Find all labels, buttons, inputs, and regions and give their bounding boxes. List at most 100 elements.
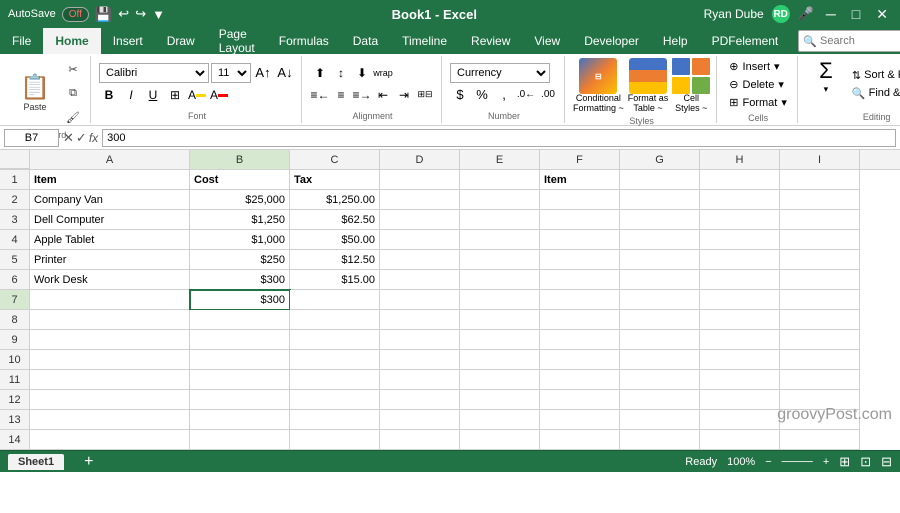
col-header-a[interactable]: A xyxy=(30,150,190,169)
fill-color-button[interactable]: A xyxy=(187,85,207,105)
autosave-toggle[interactable]: Off xyxy=(62,7,89,22)
cell-a8[interactable] xyxy=(30,310,190,330)
align-bottom-button[interactable]: ⬇ xyxy=(352,63,372,83)
cell-f5[interactable] xyxy=(540,250,620,270)
cell-a12[interactable] xyxy=(30,390,190,410)
cell-h13[interactable] xyxy=(700,410,780,430)
cell-i13[interactable] xyxy=(780,410,860,430)
tab-draw[interactable]: Draw xyxy=(155,28,207,54)
cell-e9[interactable] xyxy=(460,330,540,350)
zoom-slider[interactable]: ──── xyxy=(782,456,813,468)
format-painter-button[interactable]: 🖌 xyxy=(62,106,84,128)
cell-i7[interactable] xyxy=(780,290,860,310)
row-header-10[interactable]: 10 xyxy=(0,350,30,370)
increase-font-button[interactable]: A↑ xyxy=(253,63,273,83)
cell-c14[interactable] xyxy=(290,430,380,450)
cell-i5[interactable] xyxy=(780,250,860,270)
row-header-5[interactable]: 5 xyxy=(0,250,30,270)
restore-icon[interactable]: □ xyxy=(848,6,864,22)
col-header-h[interactable]: H xyxy=(700,150,780,169)
col-header-e[interactable]: E xyxy=(460,150,540,169)
cell-c7[interactable] xyxy=(290,290,380,310)
cell-g3[interactable] xyxy=(620,210,700,230)
cell-g10[interactable] xyxy=(620,350,700,370)
bold-button[interactable]: B xyxy=(99,85,119,105)
copy-button[interactable]: ⧉ xyxy=(62,82,84,104)
cell-f4[interactable] xyxy=(540,230,620,250)
row-header-7[interactable]: 7 xyxy=(0,290,30,310)
cell-h1[interactable] xyxy=(700,170,780,190)
autosum-button[interactable]: Σ ▾ xyxy=(806,58,846,110)
cell-b9[interactable] xyxy=(190,330,290,350)
cell-c9[interactable] xyxy=(290,330,380,350)
row-header-14[interactable]: 14 xyxy=(0,430,30,450)
cell-e2[interactable] xyxy=(460,190,540,210)
cell-a11[interactable] xyxy=(30,370,190,390)
tab-file[interactable]: File xyxy=(0,28,43,54)
ribbon-search-box[interactable]: 🔍 xyxy=(798,30,900,52)
row-header-4[interactable]: 4 xyxy=(0,230,30,250)
tab-insert[interactable]: Insert xyxy=(101,28,155,54)
format-as-table-button[interactable]: Format asTable ~ xyxy=(628,58,669,114)
cell-f10[interactable] xyxy=(540,350,620,370)
cell-b2[interactable]: $25,000 xyxy=(190,190,290,210)
cell-a4[interactable]: Apple Tablet xyxy=(30,230,190,250)
cell-a5[interactable]: Printer xyxy=(30,250,190,270)
insert-button[interactable]: ⊕ Insert ▾ xyxy=(725,58,791,75)
cell-g6[interactable] xyxy=(620,270,700,290)
tab-timeline[interactable]: Timeline xyxy=(390,28,459,54)
cell-i2[interactable] xyxy=(780,190,860,210)
sort-filter-button[interactable]: ⇅ Sort & Filter ~ xyxy=(848,67,900,84)
wrap-text-button[interactable]: wrap xyxy=(373,63,393,83)
cell-d4[interactable] xyxy=(380,230,460,250)
cell-c5[interactable]: $12.50 xyxy=(290,250,380,270)
tab-page-layout[interactable]: Page Layout xyxy=(207,28,267,54)
cell-styles-button[interactable]: CellStyles ~ xyxy=(672,58,710,114)
cancel-formula-icon[interactable]: ✕ xyxy=(63,130,74,146)
row-header-1[interactable]: 1 xyxy=(0,170,30,190)
percent-button[interactable]: % xyxy=(472,85,492,105)
cell-e1[interactable] xyxy=(460,170,540,190)
cell-g1[interactable] xyxy=(620,170,700,190)
cell-g13[interactable] xyxy=(620,410,700,430)
cell-f6[interactable] xyxy=(540,270,620,290)
row-header-8[interactable]: 8 xyxy=(0,310,30,330)
cell-e13[interactable] xyxy=(460,410,540,430)
cell-f8[interactable] xyxy=(540,310,620,330)
row-header-3[interactable]: 3 xyxy=(0,210,30,230)
cell-e10[interactable] xyxy=(460,350,540,370)
row-header-2[interactable]: 2 xyxy=(0,190,30,210)
col-header-g[interactable]: G xyxy=(620,150,700,169)
cell-d8[interactable] xyxy=(380,310,460,330)
tab-pdfelement[interactable]: PDFelement xyxy=(700,28,791,54)
increase-decimal-button[interactable]: .00 xyxy=(538,85,558,105)
cell-b1[interactable]: Cost xyxy=(190,170,290,190)
cell-e7[interactable] xyxy=(460,290,540,310)
cell-h2[interactable] xyxy=(700,190,780,210)
cell-a7[interactable] xyxy=(30,290,190,310)
tab-view[interactable]: View xyxy=(522,28,572,54)
tab-data[interactable]: Data xyxy=(341,28,390,54)
col-header-c[interactable]: C xyxy=(290,150,380,169)
cell-a1[interactable]: Item xyxy=(30,170,190,190)
cell-f12[interactable] xyxy=(540,390,620,410)
cell-d1[interactable] xyxy=(380,170,460,190)
cell-g11[interactable] xyxy=(620,370,700,390)
cell-b10[interactable] xyxy=(190,350,290,370)
number-format-select[interactable]: Currency General Number Percentage xyxy=(450,63,550,83)
cell-c8[interactable] xyxy=(290,310,380,330)
cell-d10[interactable] xyxy=(380,350,460,370)
cell-d6[interactable] xyxy=(380,270,460,290)
more-tools-icon[interactable]: ▼ xyxy=(152,7,165,22)
cell-g9[interactable] xyxy=(620,330,700,350)
cell-b4[interactable]: $1,000 xyxy=(190,230,290,250)
border-button[interactable]: ⊞ xyxy=(165,85,185,105)
tab-review[interactable]: Review xyxy=(459,28,522,54)
cell-e6[interactable] xyxy=(460,270,540,290)
confirm-formula-icon[interactable]: ✓ xyxy=(76,130,87,146)
font-name-select[interactable]: Calibri xyxy=(99,63,209,83)
cell-c10[interactable] xyxy=(290,350,380,370)
cell-c1[interactable]: Tax xyxy=(290,170,380,190)
font-size-select[interactable]: 11 xyxy=(211,63,251,83)
cell-g4[interactable] xyxy=(620,230,700,250)
